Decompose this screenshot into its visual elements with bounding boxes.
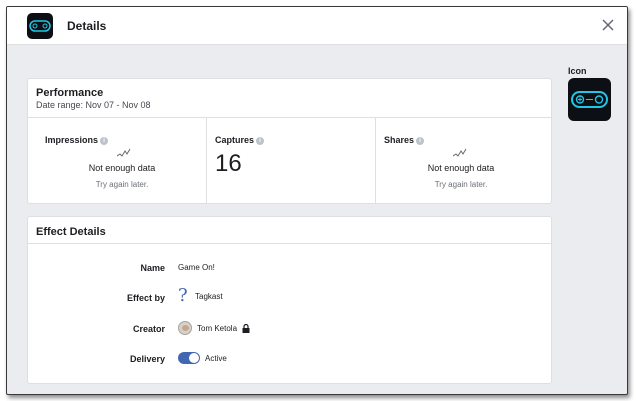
divider (28, 243, 551, 244)
sparkline-icon (453, 148, 467, 157)
delivery-value: Active (178, 352, 227, 364)
creator-text[interactable]: Tom Ketola (197, 324, 237, 333)
dialog-title: Details (67, 19, 107, 33)
captures-value: 16 (215, 150, 242, 177)
name-value: Game On! (178, 263, 215, 272)
metric-impressions: Impressions i Not enough data Try again l… (28, 118, 206, 204)
close-icon[interactable] (599, 16, 617, 34)
metric-captures: Captures i 16 (206, 118, 375, 204)
delivery-label: Delivery (129, 354, 165, 364)
performance-card: Performance Date range: Nov 07 - Nov 08 … (27, 78, 552, 204)
icon-label: Icon (568, 66, 587, 76)
details-dialog: Details Performance Date range: Nov 07 -… (6, 6, 628, 395)
metric-label-text: Captures (215, 135, 255, 145)
metric-label: Impressions i (45, 135, 109, 145)
info-icon[interactable]: i (100, 137, 109, 145)
name-label: Name (140, 263, 165, 273)
try-again-text: Try again later. (95, 180, 149, 189)
dialog-header: Details (7, 7, 627, 45)
metric-label-text: Impressions (45, 135, 99, 145)
metric-label: Shares i (384, 135, 425, 145)
not-enough-data-text: Not enough data (88, 163, 156, 173)
lock-icon (242, 323, 250, 333)
metric-label: Captures i (215, 135, 265, 145)
metric-shares: Shares i Not enough data Try again later. (375, 118, 552, 204)
effect-by-text[interactable]: Tagkast (195, 292, 223, 301)
effect-by-label: Effect by (126, 293, 165, 303)
metric-label-text: Shares (384, 135, 415, 145)
gamepad-icon (27, 13, 53, 39)
effect-details-card: Effect Details Name Game On! Effect by ?… (27, 216, 552, 384)
creator-label: Creator (132, 324, 165, 334)
not-enough-data-text: Not enough data (427, 163, 495, 173)
name-text: Game On! (178, 263, 215, 272)
performance-title: Performance (36, 87, 104, 99)
question-mark-icon: ? (178, 285, 188, 306)
creator-value: Tom Ketola (178, 321, 250, 335)
avatar (178, 321, 192, 335)
gamepad-icon (568, 78, 611, 121)
info-icon[interactable]: i (256, 137, 265, 145)
info-icon[interactable]: i (416, 137, 425, 145)
try-again-text: Try again later. (434, 180, 488, 189)
delivery-toggle[interactable] (178, 352, 200, 364)
effect-by-value: ? Tagkast (178, 287, 223, 305)
date-range: Date range: Nov 07 - Nov 08 (36, 100, 151, 110)
delivery-status: Active (205, 353, 227, 363)
sparkline-icon (117, 148, 131, 157)
effect-details-title: Effect Details (36, 226, 106, 238)
